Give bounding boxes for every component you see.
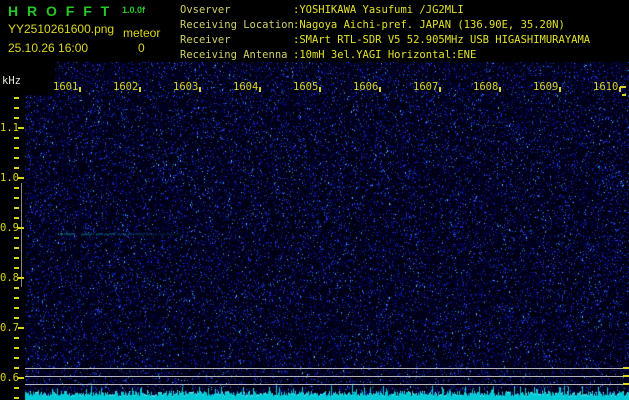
freq-minor-tick — [14, 357, 19, 359]
time-tick — [379, 87, 381, 92]
freq-minor-tick — [14, 257, 19, 259]
freq-major-tick — [18, 227, 24, 229]
antenna-label: Receiving Antenna — [180, 49, 288, 61]
freq-minor-tick — [14, 107, 19, 109]
app-title: H R O F F T — [8, 3, 112, 19]
observer-label: Ovserver — [180, 4, 231, 16]
echo-count: 0 — [138, 41, 145, 55]
freq-minor-tick — [14, 237, 19, 239]
time-tick — [319, 87, 321, 92]
scale-bar — [21, 183, 22, 287]
time-tick — [259, 87, 261, 92]
freq-major-tick — [18, 327, 24, 329]
edge-tick — [623, 375, 629, 377]
freq-label: 0.7 — [0, 322, 19, 334]
time-label: 1608 — [473, 81, 499, 93]
observation-timestamp: 25.10.26 16:00 — [8, 41, 89, 55]
freq-minor-tick — [14, 317, 19, 319]
freq-minor-tick — [14, 187, 19, 189]
time-label: 1610 — [593, 81, 619, 93]
level-reference-line — [25, 368, 627, 369]
freq-minor-tick — [14, 247, 19, 249]
freq-major-tick — [18, 277, 24, 279]
freq-minor-tick — [14, 287, 19, 289]
time-tick — [559, 87, 561, 92]
freq-major-tick — [18, 127, 24, 129]
freq-minor-tick — [14, 217, 19, 219]
freq-minor-tick — [14, 397, 19, 399]
time-tick — [499, 87, 501, 92]
freq-minor-tick — [14, 307, 19, 309]
freq-minor-tick — [14, 297, 19, 299]
receiver-label: Receiver — [180, 34, 231, 46]
edge-tick — [622, 94, 626, 96]
time-label: 1603 — [173, 81, 199, 93]
level-reference-line — [25, 384, 627, 385]
freq-label: 0.8 — [0, 272, 19, 284]
freq-minor-tick — [14, 137, 19, 139]
freq-minor-tick — [14, 117, 19, 119]
time-label: 1606 — [353, 81, 379, 93]
freq-minor-tick — [14, 157, 19, 159]
freq-major-tick — [18, 177, 24, 179]
time-label: 1607 — [413, 81, 439, 93]
freq-minor-tick — [14, 387, 19, 389]
frequency-unit-label: kHz — [2, 75, 21, 87]
time-label: 1601 — [53, 81, 79, 93]
time-label: 1609 — [533, 81, 559, 93]
mode-label: meteor — [123, 26, 161, 40]
hrofft-window: H R O F F T 1.0.0f YY2510261600.png mete… — [0, 0, 629, 400]
freq-minor-tick — [14, 267, 19, 269]
location-value: :Nagoya Aichi-pref. JAPAN (136.90E, 35.2… — [293, 19, 565, 31]
freq-minor-tick — [14, 147, 19, 149]
freq-minor-tick — [14, 337, 19, 339]
receiver-value: :SMArt RTL-SDR V5 52.905MHz USB HIGASHIM… — [293, 34, 591, 46]
time-tick — [79, 87, 81, 92]
time-label: 1604 — [233, 81, 259, 93]
edge-tick — [623, 367, 629, 369]
level-reference-line — [25, 376, 627, 377]
output-filename: YY2510261600.png — [8, 22, 115, 36]
observer-value: :YOSHIKAWA Yasufumi /JG2MLI — [293, 4, 464, 16]
time-label: 1602 — [113, 81, 139, 93]
freq-label: 0.9 — [0, 222, 19, 234]
freq-minor-tick — [14, 207, 19, 209]
freq-label: 0.6 — [0, 372, 19, 384]
antenna-value: :10mH 3el.YAGI Horizontal:ENE — [293, 49, 477, 61]
edge-tick — [623, 383, 629, 385]
app-version: 1.0.0f — [122, 5, 146, 15]
time-tick — [199, 87, 201, 92]
time-label: 1605 — [293, 81, 319, 93]
freq-minor-tick — [14, 367, 19, 369]
freq-minor-tick — [14, 97, 19, 99]
freq-minor-tick — [14, 167, 19, 169]
freq-minor-tick — [14, 347, 19, 349]
freq-label: 1.0 — [0, 172, 19, 184]
time-tick — [439, 87, 441, 92]
edge-tick — [620, 86, 626, 88]
time-tick — [139, 87, 141, 92]
freq-label: 1.1 — [0, 122, 19, 134]
location-label: Receiving Location — [180, 19, 294, 31]
freq-major-tick — [18, 377, 24, 379]
freq-minor-tick — [14, 197, 19, 199]
